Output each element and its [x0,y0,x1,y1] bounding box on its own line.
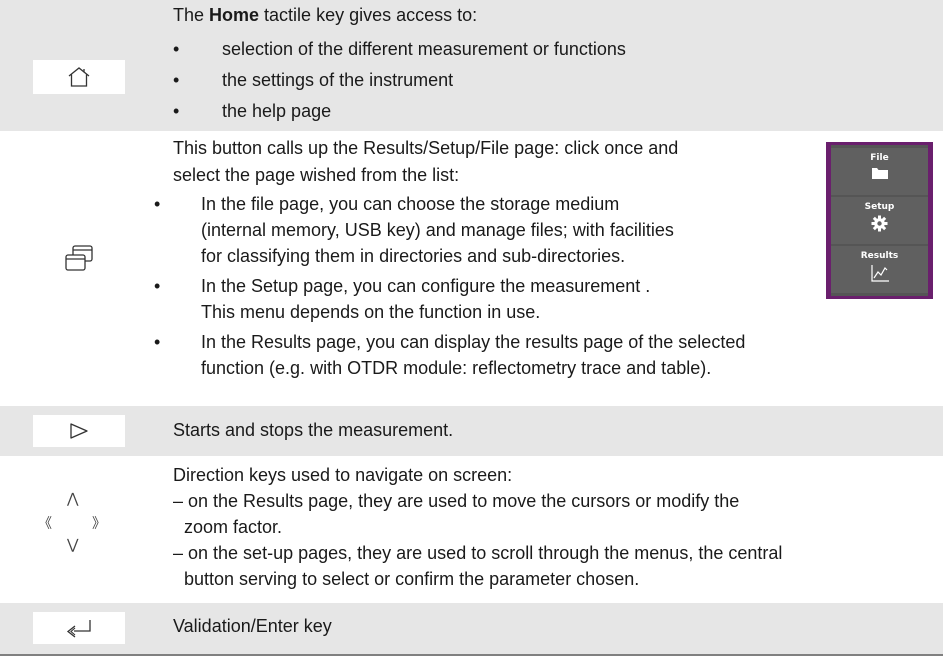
direction-item2-line1: – on the set-up pages, they are used to … [173,543,783,563]
pages-item-results-text: In the Results page, you can display the… [201,329,745,381]
home-row: The Home tactile key gives access to: • s… [0,0,943,132]
pages-item-setup-line: This menu depends on the function in use… [201,302,541,322]
pages-intro: This button calls up the Results/Setup/F… [173,135,678,189]
home-icon [68,67,90,87]
pages-intro-line1: This button calls up the Results/Setup/F… [173,138,679,158]
pages-icon-cell [0,239,158,279]
bullet-dot: • [154,276,161,296]
enter-icon-cell [0,612,158,644]
pages-item-setup-line: In the Setup page, you can configure the… [201,276,651,296]
start-text: Starts and stops the measurement. [173,420,454,440]
direction-text: Direction keys used to navigate on scree… [173,462,782,592]
pages-intro-line2: select the page wished from the list: [173,165,460,185]
home-intro-bold: Home [209,5,260,25]
menu-file-label: File [870,153,889,163]
enter-arrow-icon [66,620,91,638]
pages-item-results-line: function (e.g. with OTDR module: reflect… [201,358,712,378]
pages-item-file-line: In the file page, you can choose the sto… [201,194,620,214]
home-bullet-list: • selection of the different measurement … [173,36,626,125]
menu-setup-label: Setup [864,202,895,212]
pages-row: This button calls up the Results/Setup/F… [0,133,943,404]
menu-results-button[interactable]: Results [831,246,928,293]
bullet-dot: • [173,101,180,121]
pages-item-file-text: In the file page, you can choose the sto… [201,191,674,269]
bottom-rule [0,654,943,656]
direction-row: ⋀ 《 》 ⋁ Direction keys used to navigate … [0,458,943,590]
start-icon-cell [0,415,158,447]
line-chart-icon [870,265,889,282]
direction-item1-line1: – on the Results page, they are used to … [173,491,740,511]
pages-item-results-line: In the Results page, you can display the… [201,332,746,352]
menu-results-label: Results [860,251,899,261]
home-bullet-text: the settings of the instrument [222,70,454,90]
bullet-dot: • [154,332,161,352]
menu-file-button[interactable]: File [831,148,928,195]
enter-icon-box [33,612,125,644]
list-item: • the help page [173,98,626,125]
home-intro: The Home tactile key gives access to: [173,2,477,29]
pages-item-setup-text: In the Setup page, you can configure the… [201,273,650,325]
home-intro-after: tactile key gives access to: [259,5,478,25]
direction-keys-icon: ⋀ 《 》 ⋁ [38,491,114,563]
arrow-left-icon: 《 [38,516,52,532]
start-icon-box [33,415,125,447]
folder-icon [871,168,888,179]
arrow-up-icon: ⋀ [67,491,79,507]
pages-item-file-line: for classifying them in directories and … [201,246,626,266]
arrow-right-icon: 》 [92,516,106,532]
results-setup-file-menu: File Setup Results [826,142,933,299]
list-item: • the settings of the instrument [173,67,626,94]
enter-text: Validation/Enter key [173,616,332,636]
direction-line1: Direction keys used to navigate on scree… [173,465,513,485]
start-row: Starts and stops the measurement. [0,406,943,456]
bullet-dot: • [154,194,161,214]
bullet-dot: • [173,39,180,59]
menu-setup-button[interactable]: Setup [831,197,928,244]
direction-item2-line2: button serving to select or confirm the … [184,569,640,589]
home-intro-before: The [173,5,210,25]
home-bullet-text: selection of the different measurement o… [222,39,626,59]
gear-icon [871,215,888,232]
arrow-down-icon: ⋁ [67,537,79,553]
home-icon-cell [0,60,158,94]
overlapping-windows-icon [65,245,93,271]
bullet-dot: • [173,70,180,90]
list-item: • selection of the different measurement … [173,36,626,63]
menu-inner: File Setup Results [831,145,928,296]
pages-item-file-line: (internal memory, USB key) and manage fi… [201,220,674,240]
home-icon-box [33,60,125,94]
play-triangle-icon [70,423,88,439]
home-bullet-text: the help page [222,101,332,121]
direction-item1-line2: zoom factor. [184,517,283,537]
enter-row: Validation/Enter key [0,603,943,654]
